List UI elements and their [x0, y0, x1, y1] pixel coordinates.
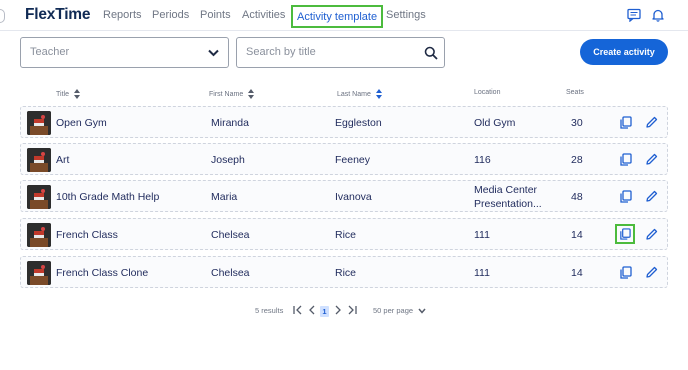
copy-icon[interactable]	[619, 116, 632, 129]
activity-thumbnail	[27, 111, 51, 135]
table-row[interactable]: Art Joseph Feeney 116 28	[20, 143, 668, 175]
nav-activity-template[interactable]: Activity template	[291, 5, 384, 28]
table-row[interactable]: French Class Chelsea Rice 111 14	[20, 218, 668, 250]
column-header-last-name[interactable]: Last Name	[337, 89, 382, 99]
pencil-icon[interactable]	[645, 190, 658, 203]
row-location: 111	[474, 229, 490, 241]
pencil-icon[interactable]	[645, 153, 658, 166]
chevron-down-icon	[208, 49, 219, 57]
nav-reports[interactable]: Reports	[103, 9, 142, 21]
row-location: Media Center	[474, 184, 538, 196]
app-logo: FlexTime	[25, 6, 91, 23]
next-page-icon[interactable]	[332, 304, 344, 316]
copy-icon[interactable]	[619, 190, 632, 203]
row-title[interactable]: Open Gym	[56, 117, 107, 129]
copy-icon[interactable]	[615, 224, 635, 244]
bell-icon[interactable]	[651, 8, 665, 22]
copy-icon[interactable]	[619, 153, 632, 166]
search-icon[interactable]	[424, 46, 438, 60]
table-row[interactable]: French Class Clone Chelsea Rice 111 14	[20, 256, 668, 288]
row-seats: 14	[571, 267, 583, 279]
column-header-last-name-label: Last Name	[337, 90, 371, 98]
column-header-title[interactable]: Title	[56, 89, 80, 99]
row-title[interactable]: Art	[56, 154, 69, 166]
per-page-select[interactable]: 50 per page	[373, 306, 426, 315]
row-seats: 14	[571, 229, 583, 241]
column-header-first-name-label: First Name	[209, 90, 244, 98]
table-row[interactable]: 10th Grade Math Help Maria Ivanova Media…	[20, 180, 668, 212]
nav-activities[interactable]: Activities	[242, 9, 285, 21]
results-count: 5 results	[255, 306, 284, 315]
row-location: 111	[474, 267, 490, 279]
table-row[interactable]: Open Gym Miranda Eggleston Old Gym 30	[20, 106, 668, 138]
column-header-title-label: Title	[56, 90, 69, 98]
row-seats: 48	[571, 191, 583, 203]
copy-icon[interactable]	[619, 266, 632, 279]
row-title[interactable]: French Class	[56, 229, 118, 241]
top-navigation: FlexTime Reports Periods Points Activiti…	[0, 0, 688, 31]
pencil-icon[interactable]	[645, 116, 658, 129]
row-first-name: Chelsea	[211, 267, 250, 279]
column-header-location: Location	[474, 89, 501, 96]
search-placeholder: Search by title	[246, 46, 316, 58]
row-seats: 30	[571, 117, 583, 129]
prev-page-icon[interactable]	[306, 304, 318, 316]
pencil-icon[interactable]	[645, 266, 658, 279]
teacher-select[interactable]: Teacher	[20, 37, 229, 68]
row-location: Old Gym	[474, 117, 516, 129]
row-last-name: Feeney	[335, 154, 371, 166]
per-page-value: 50 per page	[373, 306, 414, 315]
nav-points[interactable]: Points	[200, 9, 231, 21]
row-last-name: Eggleston	[335, 117, 382, 129]
row-first-name: Joseph	[211, 154, 245, 166]
current-page[interactable]: 1	[320, 306, 329, 317]
message-icon[interactable]	[627, 8, 641, 22]
row-seats: 28	[571, 154, 583, 166]
nav-settings[interactable]: Settings	[386, 9, 426, 21]
row-location: 116	[474, 154, 491, 166]
row-first-name: Chelsea	[211, 229, 250, 241]
pencil-icon[interactable]	[645, 228, 658, 241]
last-page-icon[interactable]	[346, 304, 358, 316]
search-input[interactable]: Search by title	[236, 37, 445, 68]
teacher-select-value: Teacher	[30, 46, 70, 58]
column-header-seats: Seats	[566, 89, 584, 96]
row-first-name: Miranda	[211, 117, 249, 129]
nav-periods[interactable]: Periods	[152, 9, 189, 21]
activity-thumbnail	[27, 185, 51, 209]
row-location-line2: Presentation...	[474, 198, 542, 210]
row-last-name: Rice	[335, 229, 357, 241]
activity-thumbnail	[27, 148, 51, 172]
sort-icon	[73, 89, 80, 99]
row-title[interactable]: 10th Grade Math Help	[56, 191, 159, 203]
chevron-down-icon	[418, 308, 426, 314]
sort-icon	[375, 89, 382, 99]
column-header-first-name[interactable]: First Name	[209, 89, 255, 99]
first-page-icon[interactable]	[292, 304, 304, 316]
activity-thumbnail	[27, 261, 51, 285]
row-last-name: Rice	[335, 267, 357, 279]
sort-icon	[248, 89, 255, 99]
row-first-name: Maria	[211, 191, 238, 203]
row-title[interactable]: French Class Clone	[56, 267, 148, 279]
row-last-name: Ivanova	[335, 191, 372, 203]
create-activity-button[interactable]: Create activity	[580, 39, 668, 65]
activity-thumbnail	[27, 223, 51, 247]
